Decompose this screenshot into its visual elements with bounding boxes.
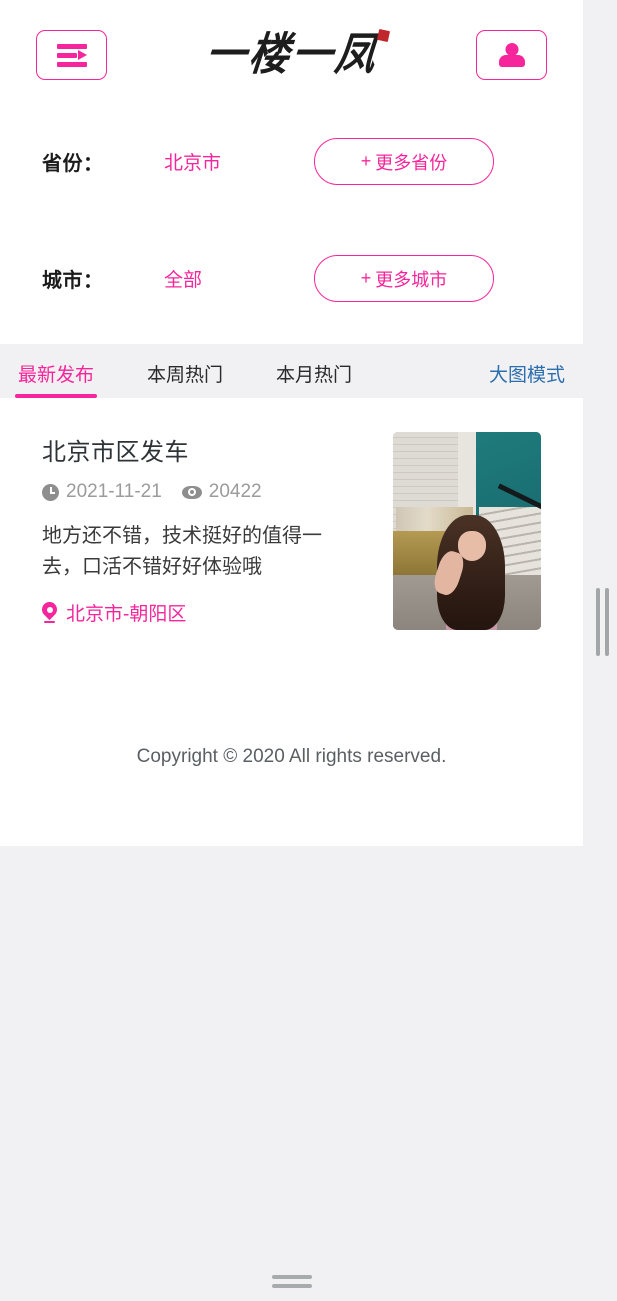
post-date-text: 2021-11-21	[66, 481, 162, 502]
account-button[interactable]	[476, 30, 547, 80]
vertical-scrollbar-secondary[interactable]	[596, 588, 600, 656]
post-thumbnail[interactable]	[393, 432, 541, 630]
list-item[interactable]: 北京市区发车 2021-11-21 20422 地方还不错，技术挺好的值得一去，…	[18, 410, 565, 654]
large-image-mode-link[interactable]: 大图模式	[489, 360, 565, 398]
filter-section: 省份： 北京市 + 更多省份 城市： 全部 + 更多城市	[0, 110, 583, 330]
post-description: 地方还不错，技术挺好的值得一去，口活不错好好体验哦	[42, 525, 322, 578]
vertical-scrollbar[interactable]	[605, 588, 609, 656]
menu-list-arrow-icon	[56, 43, 87, 67]
province-filter-value[interactable]: 北京市	[164, 148, 314, 175]
tab-week-hot[interactable]: 本周热门	[147, 360, 223, 398]
post-title[interactable]: 北京市区发车	[42, 432, 375, 467]
city-filter-card: 城市： 全部 + 更多城市	[18, 227, 565, 330]
more-provinces-label: 更多省份	[375, 152, 448, 173]
post-meta: 2021-11-21 20422	[42, 481, 375, 503]
red-seal-mark-icon	[376, 28, 390, 43]
post-views-count: 20422	[208, 481, 262, 502]
menu-button[interactable]	[36, 30, 107, 80]
post-body: 北京市区发车 2021-11-21 20422 地方还不错，技术挺好的值得一去，…	[38, 432, 375, 630]
tab-latest[interactable]: 最新发布	[14, 360, 98, 398]
city-filter-value[interactable]: 全部	[164, 265, 314, 292]
more-cities-button[interactable]: + 更多城市	[314, 255, 494, 302]
app-header: 一楼一凤	[0, 0, 583, 110]
app-footer: Copyright © 2020 All rights reserved.	[0, 668, 583, 846]
province-filter-label: 省份：	[42, 153, 104, 175]
person-icon	[498, 42, 525, 68]
location-pin-icon	[38, 598, 61, 623]
province-filter-card: 省份： 北京市 + 更多省份	[18, 110, 565, 213]
more-cities-label: 更多城市	[375, 269, 448, 290]
clock-icon	[42, 483, 59, 501]
plus-icon: +	[360, 268, 372, 288]
city-filter-label: 城市：	[42, 270, 104, 292]
app-shell: 一楼一凤 省份： 北京市 + 更多省份 城市： 全部 + 更多城市 最新发布 本…	[0, 0, 583, 846]
post-thumbnail-image	[393, 432, 541, 630]
plus-icon: +	[360, 151, 372, 171]
horizontal-scrollbar-secondary[interactable]	[272, 1284, 312, 1288]
post-date: 2021-11-21	[42, 481, 162, 503]
site-logo-text: 一楼一凤	[202, 29, 381, 80]
post-location-text: 北京市-朝阳区	[66, 604, 187, 625]
horizontal-scrollbar[interactable]	[272, 1275, 312, 1279]
site-logo[interactable]: 一楼一凤	[107, 0, 476, 110]
post-list: 北京市区发车 2021-11-21 20422 地方还不错，技术挺好的值得一去，…	[0, 398, 583, 654]
post-views: 20422	[181, 481, 262, 503]
copyright-text: Copyright © 2020 All rights reserved.	[136, 746, 447, 767]
post-location[interactable]: 北京市-朝阳区	[38, 598, 375, 626]
more-provinces-button[interactable]: + 更多省份	[314, 138, 494, 185]
page-root: 一楼一凤 省份： 北京市 + 更多省份 城市： 全部 + 更多城市 最新发布 本…	[0, 0, 617, 1301]
eye-icon	[181, 485, 202, 499]
tab-month-hot[interactable]: 本月热门	[276, 360, 352, 398]
tab-bar: 最新发布 本周热门 本月热门 大图模式	[0, 344, 583, 398]
